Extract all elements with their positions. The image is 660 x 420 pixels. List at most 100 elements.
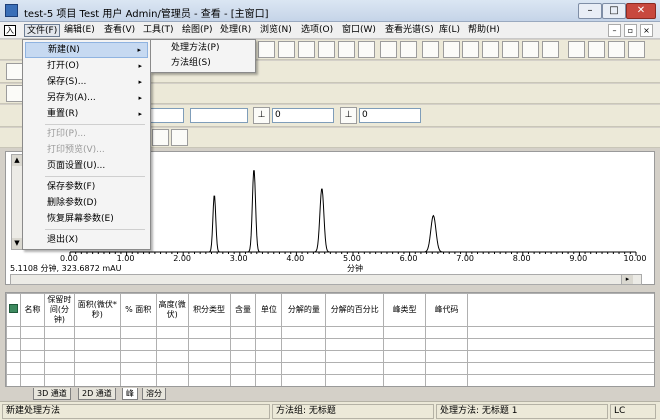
table-cell[interactable] — [19, 338, 45, 351]
menu-item-print[interactable]: 打印(P)... — [25, 126, 148, 142]
toolbar-button[interactable] — [298, 41, 315, 58]
start-value-field[interactable]: 0 — [272, 108, 334, 123]
row-header-cell[interactable] — [6, 362, 21, 375]
table-cell[interactable] — [383, 338, 427, 351]
mdi-minimize-button[interactable]: – — [608, 24, 621, 37]
tab-2d-channel[interactable]: 2D 通道 — [78, 388, 116, 400]
horizontal-scrollbar[interactable]: ▸ — [10, 274, 642, 285]
menu-item-save[interactable]: 保存(S)... ▸ — [25, 74, 148, 90]
toolbar-button[interactable] — [278, 41, 295, 58]
table-cell[interactable] — [73, 362, 121, 375]
scroll-right-icon[interactable]: ▸ — [621, 275, 633, 284]
toolbar-button[interactable] — [482, 41, 499, 58]
menu-item-processing-method[interactable]: 处理方法(P) — [153, 41, 253, 56]
menu-plot[interactable]: 绘图(P) — [180, 24, 214, 37]
table-cell[interactable] — [119, 326, 157, 339]
table-cell[interactable] — [467, 387, 654, 388]
menu-library[interactable]: 库(L) — [437, 24, 462, 37]
row-header-cell[interactable] — [7, 387, 21, 388]
toolbar-button[interactable] — [400, 41, 417, 58]
menu-view-spectrum[interactable]: 查看光谱(S) — [383, 24, 436, 37]
menu-file[interactable]: 文件(F) — [24, 24, 61, 37]
menu-item-save-as[interactable]: 另存为(A)... ▸ — [25, 90, 148, 106]
menu-item-save-params[interactable]: 保存参数(F) — [25, 179, 148, 195]
table-cell[interactable] — [119, 362, 157, 375]
menu-view[interactable]: 查看(V) — [102, 24, 137, 37]
table-cell[interactable] — [188, 387, 230, 388]
end-value-field[interactable]: 0 — [359, 108, 421, 123]
table-cell[interactable] — [187, 350, 231, 363]
table-row[interactable] — [6, 338, 654, 351]
col-peak-type[interactable]: 峰类型 — [383, 293, 427, 327]
table-cell[interactable] — [383, 374, 427, 386]
scroll-up-icon[interactable]: ▲ — [12, 155, 22, 166]
row-header-cell[interactable] — [6, 338, 21, 351]
col-integration-type[interactable]: 积分类型 — [187, 293, 231, 327]
table-cell[interactable] — [119, 338, 157, 351]
toolbar-button[interactable] — [6, 85, 23, 102]
table-row[interactable] — [6, 374, 654, 386]
col-resolved-percent[interactable]: 分解的百分比 — [325, 293, 385, 327]
table-cell[interactable] — [282, 387, 326, 388]
menu-options[interactable]: 选项(O) — [299, 24, 335, 37]
toolbar-field[interactable] — [190, 108, 248, 123]
col-retention-time[interactable]: 保留时间(分钟) — [43, 293, 75, 327]
table-cell[interactable] — [229, 338, 257, 351]
table-cell[interactable] — [20, 387, 44, 388]
toolbar-button[interactable] — [542, 41, 559, 58]
table-cell[interactable] — [466, 374, 654, 386]
table-cell[interactable] — [229, 350, 257, 363]
toolbar-button[interactable] — [171, 129, 188, 146]
table-cell[interactable] — [466, 338, 654, 351]
table-cell[interactable] — [187, 374, 231, 386]
toolbar-button[interactable] — [358, 41, 375, 58]
table-cell[interactable] — [187, 338, 231, 351]
table-cell[interactable] — [155, 326, 189, 339]
table-corner[interactable] — [6, 293, 21, 327]
table-row[interactable] — [6, 362, 654, 375]
table-row[interactable] — [6, 326, 654, 339]
close-button[interactable]: ✕ — [626, 3, 656, 19]
table-cell[interactable] — [383, 326, 427, 339]
table-cell[interactable] — [281, 338, 327, 351]
tab-solvent[interactable]: 溶分 — [142, 388, 166, 400]
document-icon[interactable]: 入 — [4, 25, 16, 36]
table-cell[interactable] — [281, 326, 327, 339]
table-cell[interactable] — [281, 362, 327, 375]
row-header-cell[interactable] — [6, 350, 21, 363]
menu-item-new[interactable]: 新建(N) ▸ — [25, 42, 148, 58]
menu-window[interactable]: 窗口(W) — [340, 24, 378, 37]
table-cell[interactable] — [326, 387, 384, 388]
table-cell[interactable] — [73, 350, 121, 363]
table-cell[interactable] — [19, 350, 45, 363]
toolbar-button[interactable] — [422, 41, 439, 58]
table-cell[interactable] — [43, 326, 75, 339]
mdi-close-button[interactable]: × — [640, 24, 653, 37]
table-cell[interactable] — [256, 387, 282, 388]
minimize-button[interactable]: – — [578, 3, 602, 19]
menu-item-reset[interactable]: 重置(R) ▸ — [25, 106, 148, 122]
table-cell[interactable] — [281, 350, 327, 363]
toolbar-button[interactable] — [380, 41, 397, 58]
toolbar-button[interactable] — [318, 41, 335, 58]
table-cell[interactable] — [43, 362, 75, 375]
table-cell[interactable] — [383, 350, 427, 363]
table-row[interactable] — [6, 350, 654, 363]
col-units[interactable]: 单位 — [255, 293, 283, 327]
table-cell[interactable] — [425, 374, 468, 386]
menu-item-method-set[interactable]: 方法组(S) — [153, 56, 253, 71]
table-cell[interactable] — [325, 338, 385, 351]
table-cell[interactable] — [73, 338, 121, 351]
table-cell[interactable] — [119, 350, 157, 363]
row-header-cell[interactable] — [6, 326, 21, 339]
maximize-button[interactable]: □ — [602, 3, 626, 19]
toolbar-button[interactable] — [462, 41, 479, 58]
tab-3d-channel[interactable]: 3D 通道 — [33, 388, 71, 400]
scroll-down-icon[interactable]: ▼ — [12, 238, 22, 249]
col-percent-area[interactable]: % 面积 — [119, 293, 157, 327]
table-cell[interactable] — [74, 387, 120, 388]
table-cell[interactable] — [73, 374, 121, 386]
table-cell[interactable] — [425, 350, 468, 363]
table-cell[interactable] — [425, 338, 468, 351]
toolbar-button[interactable] — [152, 129, 169, 146]
